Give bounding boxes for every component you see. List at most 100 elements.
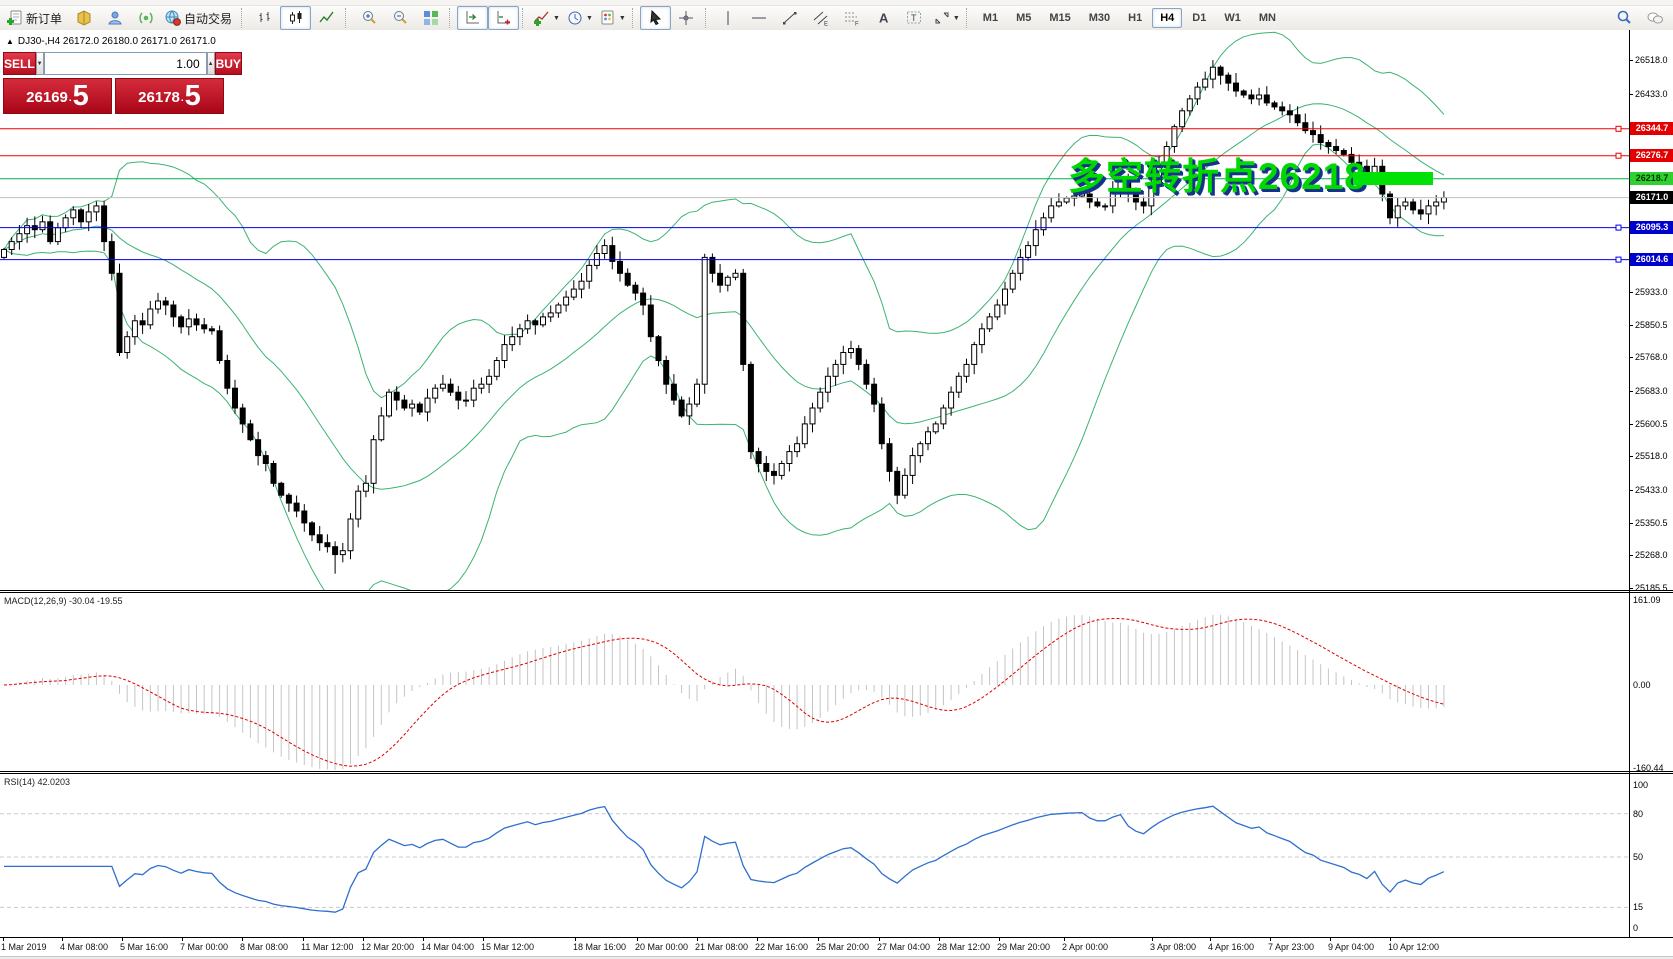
date-axis[interactable]: 1 Mar 20194 Mar 08:005 Mar 16:007 Mar 00… (0, 937, 1673, 956)
date-tick (303, 938, 304, 941)
timeframe-H1-button[interactable]: H1 (1120, 8, 1150, 28)
price-level-badge: 26218.7 (1630, 172, 1673, 185)
buy-button[interactable]: BUY (215, 52, 242, 75)
date-label: 3 Apr 08:00 (1150, 942, 1196, 952)
arrows-icon (933, 9, 951, 27)
sell-price-box[interactable]: 26169.5 (3, 78, 112, 114)
dropdown-caret-icon[interactable]: ▼ (953, 15, 960, 22)
collapse-panel-icon[interactable]: ▲ (6, 37, 14, 46)
date-tick (999, 938, 1000, 941)
date-tick (182, 938, 183, 941)
date-label: 10 Apr 12:00 (1388, 942, 1439, 952)
line-handle[interactable] (1616, 257, 1621, 262)
vertical-line-button[interactable] (713, 6, 744, 30)
search-button[interactable] (1608, 6, 1639, 30)
chat-button[interactable] (1639, 6, 1670, 30)
price-tick-label: 25933.0 (1635, 287, 1668, 297)
date-label: 22 Mar 16:00 (755, 942, 808, 952)
line-handle[interactable] (1616, 225, 1621, 230)
date-label: 14 Mar 04:00 (421, 942, 474, 952)
date-tick (62, 938, 63, 941)
timeframe-M30-button[interactable]: M30 (1081, 8, 1118, 28)
symbol-ohlc-text: DJ30-,H4 26172.0 26180.0 26171.0 26171.0 (18, 36, 216, 47)
rsi-label: RSI(14) 42.0203 (4, 777, 70, 787)
zoom-out-button[interactable] (384, 6, 415, 30)
macd-panel[interactable] (0, 593, 1629, 771)
indicators-button[interactable]: ▼ (530, 6, 563, 30)
price-tick-label: 25268.0 (1635, 550, 1668, 560)
candle-chart-button[interactable] (280, 6, 311, 30)
price-level-badge: 26095.3 (1630, 221, 1673, 234)
date-tick (1152, 938, 1153, 941)
dropdown-caret-icon[interactable]: ▼ (586, 15, 593, 22)
green-highlight-bar[interactable] (1353, 172, 1433, 185)
fibonacci-icon: F (843, 9, 861, 27)
volume-up-button[interactable]: ▲ (207, 52, 215, 75)
timeframe-W1-button[interactable]: W1 (1216, 8, 1249, 28)
zoom-out-icon (391, 9, 409, 27)
chart-shift-button[interactable] (488, 6, 519, 30)
new-order-icon (6, 9, 24, 27)
timeframe-MN-button[interactable]: MN (1251, 8, 1284, 28)
main-price-chart[interactable] (0, 30, 1629, 590)
periods-icon (566, 9, 584, 27)
toolbar-separator (705, 8, 710, 28)
timeframe-D1-button[interactable]: D1 (1184, 8, 1214, 28)
line-handle[interactable] (1616, 153, 1621, 158)
candles (2, 60, 1447, 574)
timeframe-H4-button[interactable]: H4 (1152, 8, 1182, 28)
chart-window[interactable]: ▲ DJ30-,H4 26172.0 26180.0 26171.0 26171.… (0, 30, 1673, 959)
trendline-button[interactable] (775, 6, 806, 30)
volume-down-button[interactable]: ▼ (36, 52, 44, 75)
date-tick (423, 938, 424, 941)
one-click-trading-panel: SELL ▼ ▲ BUY 26169.5 26178.5 (3, 52, 224, 114)
zoom-in-button[interactable] (353, 6, 384, 30)
price-level-badge: 26171.0 (1630, 191, 1673, 204)
auto-scroll-button[interactable] (457, 6, 488, 30)
bar-chart-button[interactable] (249, 6, 280, 30)
autotrade-icon (164, 9, 182, 27)
new-order-button[interactable]: 新订单 (3, 6, 68, 30)
dropdown-caret-icon[interactable]: ▼ (619, 15, 626, 22)
dropdown-caret-icon[interactable]: ▼ (553, 15, 560, 22)
channel-button[interactable]: E (806, 6, 837, 30)
timeframe-M1-button[interactable]: M1 (975, 8, 1006, 28)
auto-scroll-icon (464, 9, 482, 27)
macd-label: MACD(12,26,9) -30.04 -19.55 (4, 596, 123, 606)
sell-button[interactable]: SELL (3, 52, 36, 75)
volume-input[interactable] (44, 52, 207, 75)
timeframe-M15-button[interactable]: M15 (1041, 8, 1078, 28)
date-tick (1330, 938, 1331, 941)
arrows-button[interactable]: ▼ (930, 6, 963, 30)
periods-button[interactable]: ▼ (563, 6, 596, 30)
text-button[interactable]: A (868, 6, 899, 30)
turning-point-annotation[interactable]: 多空转折点26218 (1068, 146, 1366, 200)
line-chart-button[interactable] (311, 6, 342, 30)
rsi-scale-label: 15 (1633, 902, 1643, 912)
price-axis[interactable]: 26518.026433.025933.025850.525768.025683… (1629, 30, 1673, 937)
date-tick (697, 938, 698, 941)
text-label-button[interactable]: T (899, 6, 930, 30)
journal-button[interactable] (68, 6, 99, 30)
tile-windows-button[interactable] (415, 6, 446, 30)
buy-price-box[interactable]: 26178.5 (115, 78, 224, 114)
price-tick-label: 25433.0 (1635, 485, 1668, 495)
autotrade-button[interactable]: 自动交易 (161, 6, 238, 30)
price-tick-label: 25185.5 (1635, 583, 1668, 593)
chat-icon (1646, 9, 1664, 27)
cursor-button[interactable] (640, 6, 671, 30)
line-handle[interactable] (1616, 126, 1621, 131)
profiles-button[interactable] (99, 6, 130, 30)
vertical-line-icon (719, 9, 737, 27)
date-label: 7 Mar 00:00 (180, 942, 228, 952)
macd-scale-label: -160.44 (1633, 763, 1664, 773)
line-chart-icon (318, 9, 336, 27)
rsi-scale-label: 0 (1633, 923, 1638, 933)
timeframe-M5-button[interactable]: M5 (1008, 8, 1039, 28)
horizontal-line-button[interactable] (744, 6, 775, 30)
rsi-panel[interactable] (0, 774, 1629, 936)
fibonacci-button[interactable]: F (837, 6, 868, 30)
alerts-button[interactable] (130, 6, 161, 30)
templates-button[interactable]: ▼ (596, 6, 629, 30)
crosshair-button[interactable] (671, 6, 702, 30)
